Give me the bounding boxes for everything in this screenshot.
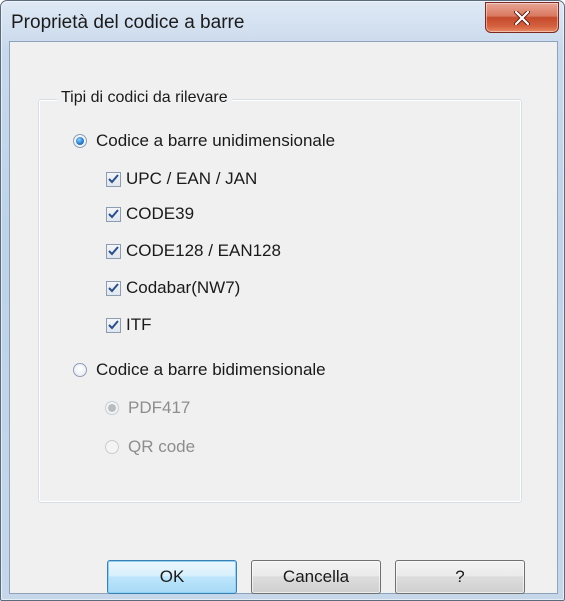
- checkbox-code128-ean128[interactable]: CODE128 / EAN128: [106, 241, 281, 261]
- checkbox-box: [106, 243, 121, 259]
- help-button[interactable]: ?: [395, 560, 525, 594]
- radio-one-dimensional[interactable]: Codice a barre unidimensionale: [73, 131, 335, 151]
- checkbox-itf[interactable]: ITF: [106, 315, 152, 335]
- radio-qr-code-label: QR code: [128, 437, 196, 456]
- radio-indicator-selected: [73, 134, 87, 148]
- checkbox-upc-ean-jan[interactable]: UPC / EAN / JAN: [106, 169, 257, 189]
- checkbox-label: ITF: [126, 315, 152, 334]
- checkbox-codabar[interactable]: Codabar(NW7): [106, 278, 240, 298]
- checkbox-box: [106, 317, 121, 333]
- checkmark-icon: [108, 209, 119, 219]
- checkbox-label: Codabar(NW7): [126, 278, 241, 297]
- checkmark-icon: [108, 320, 119, 330]
- radio-indicator-selected-disabled: [105, 401, 119, 415]
- radio-two-dimensional-label: Codice a barre bidimensionale: [96, 360, 326, 379]
- checkbox-label: CODE128 / EAN128: [126, 241, 281, 260]
- radio-pdf417[interactable]: PDF417: [105, 398, 190, 418]
- close-button[interactable]: [485, 2, 559, 33]
- checkbox-box: [106, 206, 121, 222]
- radio-indicator: [73, 363, 87, 377]
- checkmark-icon: [108, 283, 119, 293]
- checkbox-code39[interactable]: CODE39: [106, 204, 194, 224]
- checkbox-box: [106, 280, 121, 296]
- window-title: Proprietà del codice a barre: [11, 12, 245, 33]
- checkbox-box: [106, 171, 121, 187]
- title-bar[interactable]: Proprietà del codice a barre: [1, 1, 564, 41]
- checkmark-icon: [108, 246, 119, 256]
- radio-two-dimensional[interactable]: Codice a barre bidimensionale: [73, 360, 326, 380]
- radio-one-dimensional-label: Codice a barre unidimensionale: [96, 131, 336, 150]
- radio-pdf417-label: PDF417: [128, 398, 191, 417]
- group-label: Tipi di codici da rilevare: [57, 89, 232, 107]
- cancel-button[interactable]: Cancella: [251, 560, 381, 594]
- radio-indicator-disabled: [105, 440, 119, 454]
- checkbox-label: UPC / EAN / JAN: [126, 169, 258, 188]
- checkbox-label: CODE39: [126, 204, 195, 223]
- checkmark-icon: [108, 174, 119, 184]
- radio-qr-code[interactable]: QR code: [105, 437, 195, 457]
- ok-button[interactable]: OK: [107, 560, 237, 594]
- close-icon: [514, 10, 530, 25]
